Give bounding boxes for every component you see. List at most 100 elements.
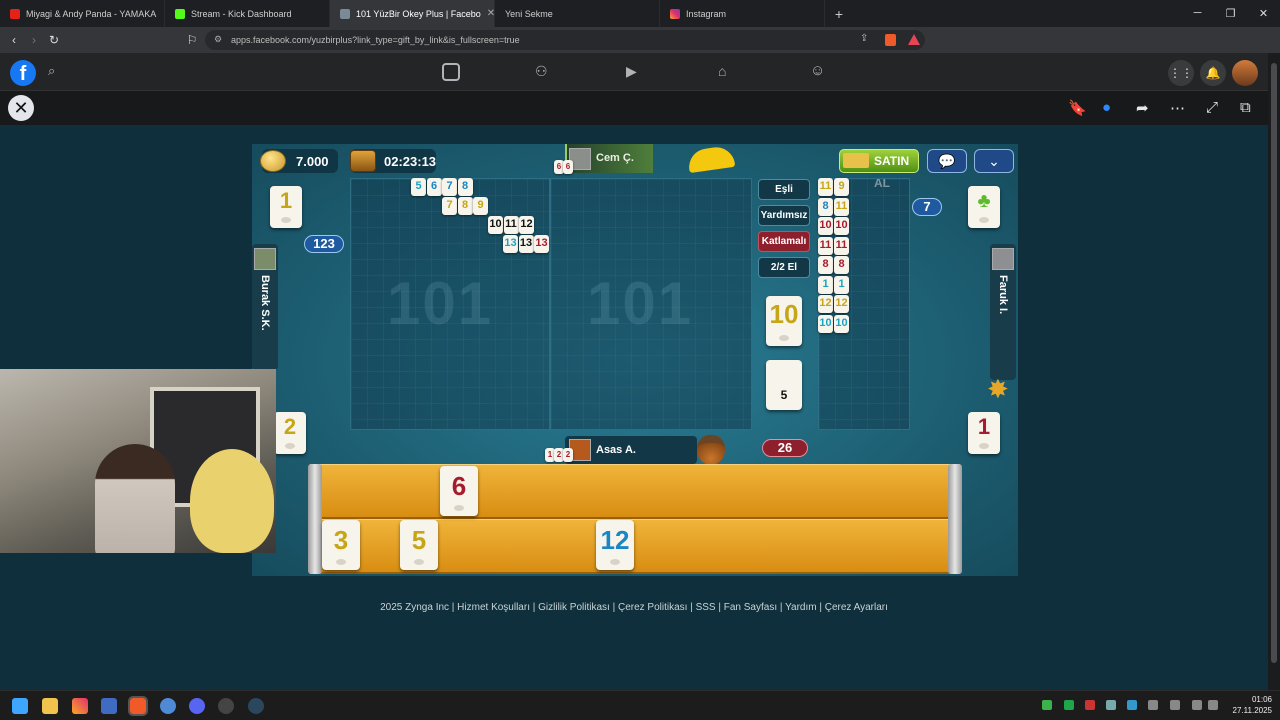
network-icon[interactable]: [1192, 700, 1202, 710]
left-player-avatar[interactable]: [254, 248, 276, 270]
marketplace-icon[interactable]: ⌂: [718, 63, 726, 79]
right-bottom-discard[interactable]: 1: [968, 412, 1000, 454]
table-tile[interactable]: 7: [442, 197, 457, 215]
rack-tile[interactable]: 5: [400, 520, 438, 570]
tray-icon[interactable]: [1106, 700, 1116, 710]
discord-icon[interactable]: [189, 698, 205, 714]
bookmark-icon[interactable]: ⚐: [182, 33, 202, 47]
clover-tile[interactable]: ♣: [968, 186, 1000, 228]
bookmark-icon[interactable]: 🔖: [1068, 99, 1087, 117]
table-tile[interactable]: 11: [503, 216, 519, 234]
table-tile[interactable]: 8: [457, 178, 473, 196]
tab-instagram[interactable]: Instagram: [660, 0, 825, 27]
rack-tile[interactable]: 3: [322, 520, 360, 570]
table-tile[interactable]: 7: [442, 178, 457, 196]
facebook-logo-icon[interactable]: f: [10, 60, 36, 86]
table-tile[interactable]: 8: [457, 197, 473, 215]
close-tab-icon[interactable]: ✕: [487, 8, 494, 19]
system-clock[interactable]: 01:06 27.11.2025: [1233, 694, 1272, 716]
brave-rewards-icon[interactable]: [908, 34, 920, 45]
scrollbar[interactable]: [1268, 53, 1280, 690]
fullscreen-icon[interactable]: ⤢: [1206, 99, 1218, 116]
messenger-icon[interactable]: ●: [1102, 99, 1111, 116]
tray-icon[interactable]: [1148, 700, 1158, 710]
discard-pair-tile[interactable]: 12: [834, 295, 849, 313]
chest-icon[interactable]: [350, 150, 376, 172]
table-tile[interactable]: 10: [488, 216, 503, 234]
footer-links[interactable]: 2025 Zynga Inc | Hizmet Koşulları | Gizl…: [0, 602, 1268, 613]
close-window-icon[interactable]: ✕: [1247, 7, 1280, 20]
right-player-avatar[interactable]: [992, 248, 1014, 270]
table-tile[interactable]: 9: [473, 197, 488, 215]
tray-icon[interactable]: [1064, 700, 1074, 710]
file-explorer-icon[interactable]: [42, 698, 58, 714]
chat-button[interactable]: 💬: [927, 149, 967, 173]
back-icon[interactable]: ‹: [4, 33, 24, 47]
obs-icon[interactable]: [218, 698, 234, 714]
discard-pair-tile[interactable]: 11: [834, 236, 849, 255]
deck-pile[interactable]: 5: [766, 360, 802, 410]
tray-icon[interactable]: [1042, 700, 1052, 710]
windows-start-icon[interactable]: [12, 698, 28, 714]
discard-pair-tile[interactable]: 10: [834, 217, 849, 235]
app-icon[interactable]: [101, 698, 117, 714]
groups-icon[interactable]: ☺: [810, 62, 825, 79]
table-tile[interactable]: 12: [519, 216, 534, 234]
site-settings-icon[interactable]: ⚙: [214, 34, 222, 45]
tab-new[interactable]: Yeni Sekme: [495, 0, 660, 27]
discard-pair-tile[interactable]: 11: [818, 178, 833, 196]
tab-youtube[interactable]: Miyagi & Andy Panda - YAMAKA: [0, 0, 165, 27]
tab-kick[interactable]: Stream - Kick Dashboard: [165, 0, 330, 27]
reload-icon[interactable]: ↻: [44, 33, 64, 47]
search-icon[interactable]: ⌕: [48, 63, 55, 79]
tab-okey[interactable]: 101 YüzBir Okey Plus | Facebo ✕: [330, 0, 495, 27]
discard-pair-tile[interactable]: 9: [834, 178, 849, 196]
url-field[interactable]: ⚙ apps.facebook.com/yuzbirplus?link_type…: [205, 30, 925, 50]
avatar[interactable]: [1232, 60, 1258, 86]
left-top-discard[interactable]: 1: [270, 186, 302, 228]
video-icon[interactable]: ▶: [626, 63, 637, 80]
more-icon[interactable]: ⋯: [1170, 99, 1185, 117]
restore-icon[interactable]: ❐: [1214, 7, 1247, 20]
table-tile[interactable]: 13: [503, 235, 518, 253]
discard-pair-tile[interactable]: 8: [818, 197, 833, 216]
discard-pair-tile[interactable]: 11: [818, 236, 833, 255]
share-icon[interactable]: ⇪: [860, 33, 868, 44]
table-tile[interactable]: 5: [411, 178, 426, 196]
discard-pair-tile[interactable]: 8: [834, 256, 849, 274]
volume-icon[interactable]: [1208, 700, 1218, 710]
discard-pair-tile[interactable]: 1: [834, 275, 849, 294]
collapse-button[interactable]: ⌄: [974, 149, 1014, 173]
steam-icon[interactable]: [248, 698, 264, 714]
rack-tile[interactable]: 12: [596, 520, 634, 570]
discard-pair-tile[interactable]: 12: [818, 295, 833, 313]
tray-icon[interactable]: [1127, 700, 1137, 710]
brave-shield-icon[interactable]: [885, 34, 896, 46]
new-tab-button[interactable]: +: [825, 6, 853, 22]
share-arrow-icon[interactable]: ➦: [1136, 99, 1149, 117]
table-tile[interactable]: 6: [426, 178, 442, 196]
app-icon[interactable]: [160, 698, 176, 714]
tray-icon[interactable]: [1085, 700, 1095, 710]
discard-pair-tile[interactable]: 1: [818, 275, 833, 294]
discard-pair-tile[interactable]: 10: [818, 314, 833, 333]
table-tile[interactable]: 13: [518, 235, 534, 253]
discard-pair-tile[interactable]: 10: [818, 217, 833, 235]
home-icon[interactable]: [442, 63, 460, 81]
discard-pair-tile[interactable]: 11: [834, 197, 849, 216]
brave-icon[interactable]: [128, 696, 148, 716]
left-bottom-discard[interactable]: 2: [274, 412, 306, 454]
okey-indicator-tile[interactable]: 10: [766, 296, 802, 346]
table-tile[interactable]: 13: [534, 235, 549, 253]
minimize-icon[interactable]: ─: [1181, 7, 1214, 20]
friends-icon[interactable]: ⚇: [535, 63, 548, 80]
app-icon[interactable]: [72, 698, 88, 714]
close-app-button[interactable]: ✕: [8, 95, 34, 121]
discard-pair-tile[interactable]: 10: [834, 314, 849, 333]
notifications-icon[interactable]: 🔔: [1200, 60, 1226, 86]
rack-tile[interactable]: 6: [440, 466, 478, 516]
sidebar-toggle-icon[interactable]: ⧉: [1240, 99, 1251, 116]
discard-pair-tile[interactable]: 8: [818, 256, 833, 274]
umbrella-icon[interactable]: [686, 144, 736, 174]
menu-grid-icon[interactable]: ⋮⋮: [1168, 60, 1194, 86]
